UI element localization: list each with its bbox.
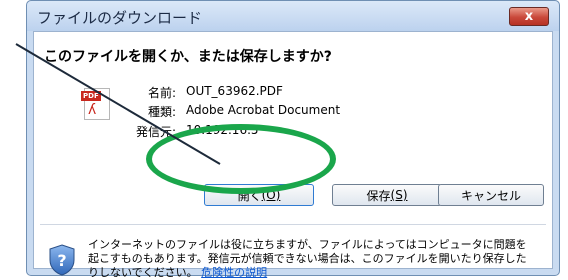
separator xyxy=(40,224,546,225)
svg-text:?: ? xyxy=(57,251,66,270)
warning-message: インターネットのファイルは役に立ちますが、ファイルによってはコンピュータに問題を… xyxy=(88,238,527,279)
close-button[interactable]: x xyxy=(509,7,549,26)
close-icon: x xyxy=(524,9,534,24)
file-name: OUT_63962.PDF xyxy=(186,84,283,98)
cancel-button-label: キャンセル xyxy=(460,188,521,203)
warning-text: インターネットのファイルは役に立ちますが、ファイルによってはコンピュータに問題を… xyxy=(88,238,528,280)
save-button[interactable]: 保存 (S) xyxy=(332,184,442,206)
risk-explanation-link[interactable]: 危険性の説明 xyxy=(201,266,267,279)
cancel-button[interactable]: キャンセル xyxy=(438,184,544,206)
save-button-accel: (S) xyxy=(390,188,408,202)
save-button-label: 保存 xyxy=(366,188,391,203)
download-question: このファイルを開くか、または保存しますか? xyxy=(44,49,332,65)
name-label: 名前: xyxy=(147,86,176,100)
window-title: ファイルのダウンロード xyxy=(37,9,203,27)
type-label: 種類: xyxy=(147,105,176,119)
title-bar: ファイルのダウンロード x xyxy=(27,1,559,31)
shield-icon: ? xyxy=(49,244,75,276)
pdf-file-icon: PDF ʎ xyxy=(81,88,110,120)
annotation-highlight-ellipse xyxy=(146,124,336,194)
file-type: Adobe Acrobat Document xyxy=(186,103,341,117)
